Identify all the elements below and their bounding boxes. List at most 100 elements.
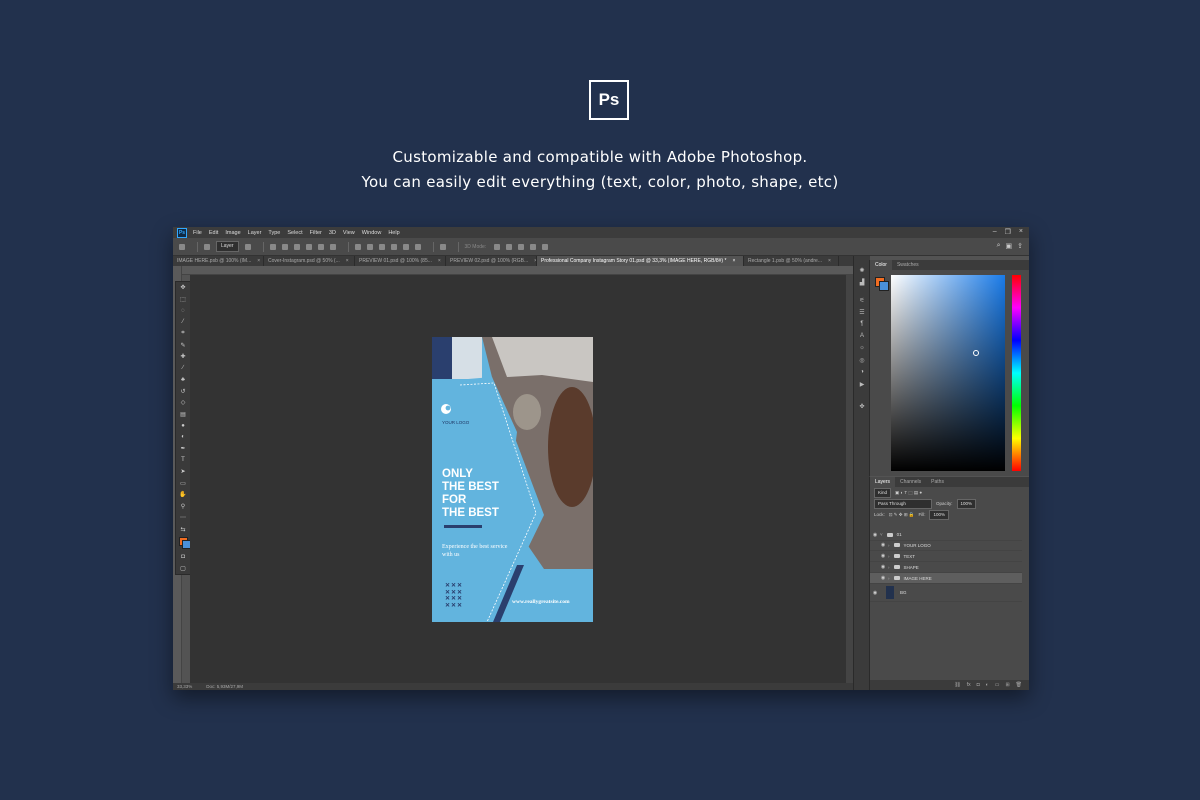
blend-mode-select[interactable]: Pass Through <box>874 498 932 509</box>
marquee-tool-icon[interactable]: ⬚ <box>176 294 190 306</box>
clone-stamp-icon[interactable]: ♣ <box>176 374 190 386</box>
character-icon[interactable]: A <box>854 330 870 342</box>
search-icon[interactable]: ⌕ <box>997 242 1001 250</box>
tab-swatches[interactable]: Swatches <box>892 260 924 270</box>
trash-icon[interactable]: 🗑 <box>1016 682 1022 688</box>
screen-mode-icon[interactable]: ▢ <box>176 563 190 575</box>
new-layer-icon[interactable]: ⊞ <box>1005 682 1009 688</box>
menu-window[interactable]: Window <box>362 230 382 236</box>
opacity-input[interactable]: 100% <box>956 498 977 509</box>
menu-type[interactable]: Type <box>268 230 280 236</box>
filter-icons[interactable]: ▣ ◐ T ⬚ ▤ ● <box>895 490 922 496</box>
rectangle-tool-icon[interactable]: ▭ <box>176 478 190 490</box>
align-middle-icon[interactable] <box>281 243 288 250</box>
layer-comps-icon[interactable]: ◎ <box>854 354 870 366</box>
adjustment-layer-icon[interactable]: ◐ <box>986 682 989 688</box>
3d-slide-icon[interactable] <box>530 243 537 250</box>
mask-icon[interactable]: ◘ <box>977 682 980 688</box>
transform-controls-icon[interactable] <box>244 243 251 250</box>
tab-rectangle-1[interactable]: Rectangle 1.psb @ 50% (andre... × <box>744 256 839 266</box>
layer-row[interactable]: ◉ BG <box>870 584 1022 602</box>
color-picker-cursor[interactable] <box>973 350 979 356</box>
healing-brush-icon[interactable]: ✚ <box>176 351 190 363</box>
minimize-icon[interactable]: – <box>993 228 997 236</box>
properties-icon[interactable]: ⚟ <box>854 294 870 306</box>
expand-chevron-icon[interactable]: › <box>888 576 890 581</box>
distribute-right-icon[interactable] <box>414 243 421 250</box>
lock-icons[interactable]: ⊡ ✎ ✥ ⊞ 🔒 <box>889 512 915 518</box>
magic-wand-icon[interactable]: ⁄ <box>176 317 190 329</box>
menu-3d[interactable]: 3D <box>329 230 336 236</box>
auto-align-icon[interactable] <box>439 243 446 250</box>
lightbulb-icon[interactable]: ☼ <box>854 342 870 354</box>
3d-roll-icon[interactable] <box>506 243 513 250</box>
workspace-icon[interactable]: ▣ <box>1006 242 1013 250</box>
new-group-icon[interactable]: ▭ <box>995 682 1000 688</box>
zoom-level[interactable]: 33,33% <box>177 684 192 689</box>
tab-instagram-story[interactable]: Professional Company Instagram Story 01.… <box>537 256 744 266</box>
eraser-icon[interactable]: ◇ <box>176 397 190 409</box>
align-left-icon[interactable] <box>305 243 312 250</box>
menu-layer[interactable]: Layer <box>248 230 262 236</box>
background-color-chip[interactable] <box>879 281 889 291</box>
crop-tool-icon[interactable]: ⌗ <box>176 328 190 340</box>
tab-close-icon[interactable]: × <box>257 256 260 266</box>
link-icon[interactable]: ⛓ <box>954 682 960 688</box>
layer-row[interactable]: ◉ › SHAPE <box>870 562 1022 573</box>
visibility-eye-icon[interactable]: ◉ <box>878 553 888 559</box>
menu-filter[interactable]: Filter <box>310 230 322 236</box>
history-brush-icon[interactable]: ↺ <box>176 386 190 398</box>
distribute-bottom-icon[interactable] <box>378 243 385 250</box>
tab-close-icon[interactable]: × <box>346 256 349 266</box>
tab-close-icon[interactable]: × <box>732 256 735 266</box>
menu-edit[interactable]: Edit <box>209 230 218 236</box>
visibility-eye-icon[interactable]: ◉ <box>870 532 880 538</box>
gradient-tool-icon[interactable]: ▤ <box>176 409 190 421</box>
align-bottom-icon[interactable] <box>293 243 300 250</box>
auto-select-dropdown[interactable]: Layer <box>216 241 239 252</box>
layer-row[interactable]: ◉ › YOUR LOGO <box>870 540 1022 551</box>
tab-layers[interactable]: Layers <box>870 477 896 487</box>
expand-chevron-icon[interactable]: › <box>888 554 890 559</box>
align-center-icon[interactable] <box>317 243 324 250</box>
layer-row[interactable]: ◉ › TEXT <box>870 551 1022 562</box>
expand-chevron-icon[interactable]: › <box>888 565 890 570</box>
menu-select[interactable]: Select <box>287 230 302 236</box>
more-tools-icon[interactable]: ⋯ <box>176 512 190 524</box>
dodge-tool-icon[interactable]: ◐ <box>176 432 190 444</box>
distribute-center-icon[interactable] <box>402 243 409 250</box>
tab-cover-instagram[interactable]: Cover-Instagram.psd @ 50% (... × <box>264 256 355 266</box>
pen-tool-icon[interactable]: ✒ <box>176 443 190 455</box>
align-top-icon[interactable] <box>269 243 276 250</box>
visibility-eye-icon[interactable]: ◉ <box>870 590 880 596</box>
color-picker-field[interactable] <box>891 275 1005 471</box>
layer-row-selected[interactable]: ◉ › IMAGE HERE <box>870 573 1022 584</box>
tab-image-here[interactable]: IMAGE HERE.psb @ 100% (IM... × <box>173 256 264 266</box>
tab-paths[interactable]: Paths <box>926 477 949 487</box>
tab-preview-01[interactable]: PREVIEW 01.psd @ 100% (85... × <box>355 256 446 266</box>
distribute-middle-icon[interactable] <box>366 243 373 250</box>
expand-chevron-icon[interactable]: › <box>888 543 890 548</box>
close-icon[interactable]: × <box>1019 228 1023 236</box>
fx-icon[interactable]: fx <box>967 682 971 688</box>
brush-settings-icon[interactable]: ✺ <box>854 264 870 276</box>
path-selection-icon[interactable]: ➤ <box>176 466 190 478</box>
hand-tool-icon[interactable]: ✋ <box>176 489 190 501</box>
align-right-icon[interactable] <box>329 243 336 250</box>
paragraph-icon[interactable]: ¶ <box>854 318 870 330</box>
eyedropper-icon[interactable]: ✎ <box>176 340 190 352</box>
tab-preview-02[interactable]: PREVIEW 02.psd @ 100% (RGB... × <box>446 256 537 266</box>
restore-icon[interactable]: ❐ <box>1005 228 1011 236</box>
collapse-chevron-icon[interactable]: ˅ <box>880 532 883 537</box>
distribute-left-icon[interactable] <box>390 243 397 250</box>
histogram-icon[interactable]: ▟ <box>854 276 870 288</box>
3d-scale-icon[interactable] <box>542 243 549 250</box>
tab-color[interactable]: Color <box>870 260 892 270</box>
move-tool-icon[interactable]: ✥ <box>176 282 190 294</box>
3d-pan-icon[interactable] <box>518 243 525 250</box>
lasso-tool-icon[interactable]: ◌ <box>176 305 190 317</box>
menu-view[interactable]: View <box>343 230 355 236</box>
brush-tool-icon[interactable]: ∕ <box>176 363 190 375</box>
kind-filter-select[interactable]: Kind <box>874 487 892 498</box>
tab-close-icon[interactable]: × <box>828 256 831 266</box>
